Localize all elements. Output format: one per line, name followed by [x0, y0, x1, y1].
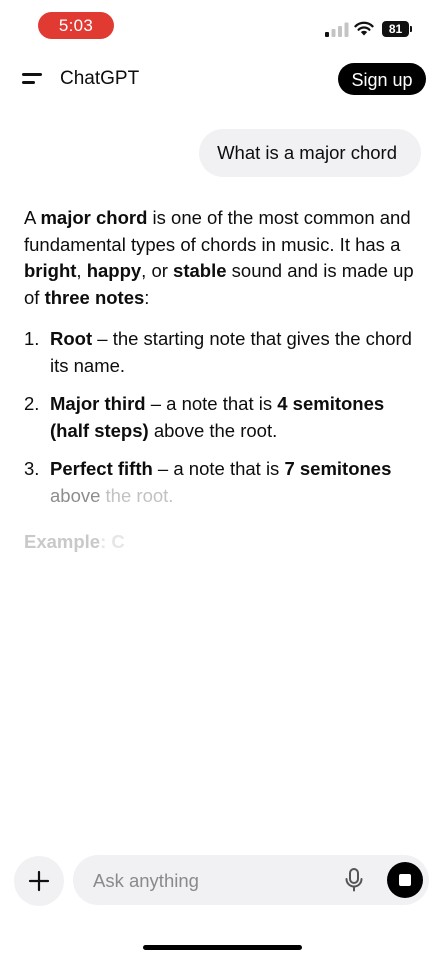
home-indicator[interactable]: [143, 945, 302, 950]
battery-indicator: 81: [382, 21, 409, 37]
stop-icon: [399, 874, 411, 886]
list-item: 1. Root – the starting note that gives th…: [24, 328, 412, 376]
list-item: 3. Perfect fifth – a note that is 7 semit…: [24, 458, 392, 506]
prompt-field[interactable]: [73, 855, 429, 907]
app-title: ChatGPT: [60, 68, 140, 89]
response-intro: A major chord is one of the most common …: [24, 207, 414, 308]
status-bar: 5:03 81: [0, 0, 444, 50]
wifi-icon: [354, 21, 374, 36]
prompt-input[interactable]: [91, 855, 335, 907]
message-composer: [0, 852, 444, 908]
user-message-bubble: What is a major chord: [199, 129, 421, 177]
cellular-signal-icon: [325, 22, 349, 37]
status-time: 5:03: [38, 12, 114, 39]
app-header: ChatGPT Sign up: [0, 56, 444, 102]
note-list: 1. Root – the starting note that gives th…: [24, 326, 420, 509]
plus-button[interactable]: [14, 856, 64, 906]
example-heading: Example: C: [24, 531, 125, 552]
assistant-response: A major chord is one of the most common …: [24, 205, 420, 556]
battery-nub: [410, 26, 412, 32]
list-item: 2. Major third – a note that is 4 semiton…: [24, 393, 385, 441]
plus-icon: [28, 870, 50, 892]
microphone-icon[interactable]: [344, 868, 364, 892]
sign-up-button[interactable]: Sign up: [338, 63, 426, 95]
menu-icon[interactable]: [22, 70, 44, 86]
stop-button[interactable]: [387, 862, 423, 898]
